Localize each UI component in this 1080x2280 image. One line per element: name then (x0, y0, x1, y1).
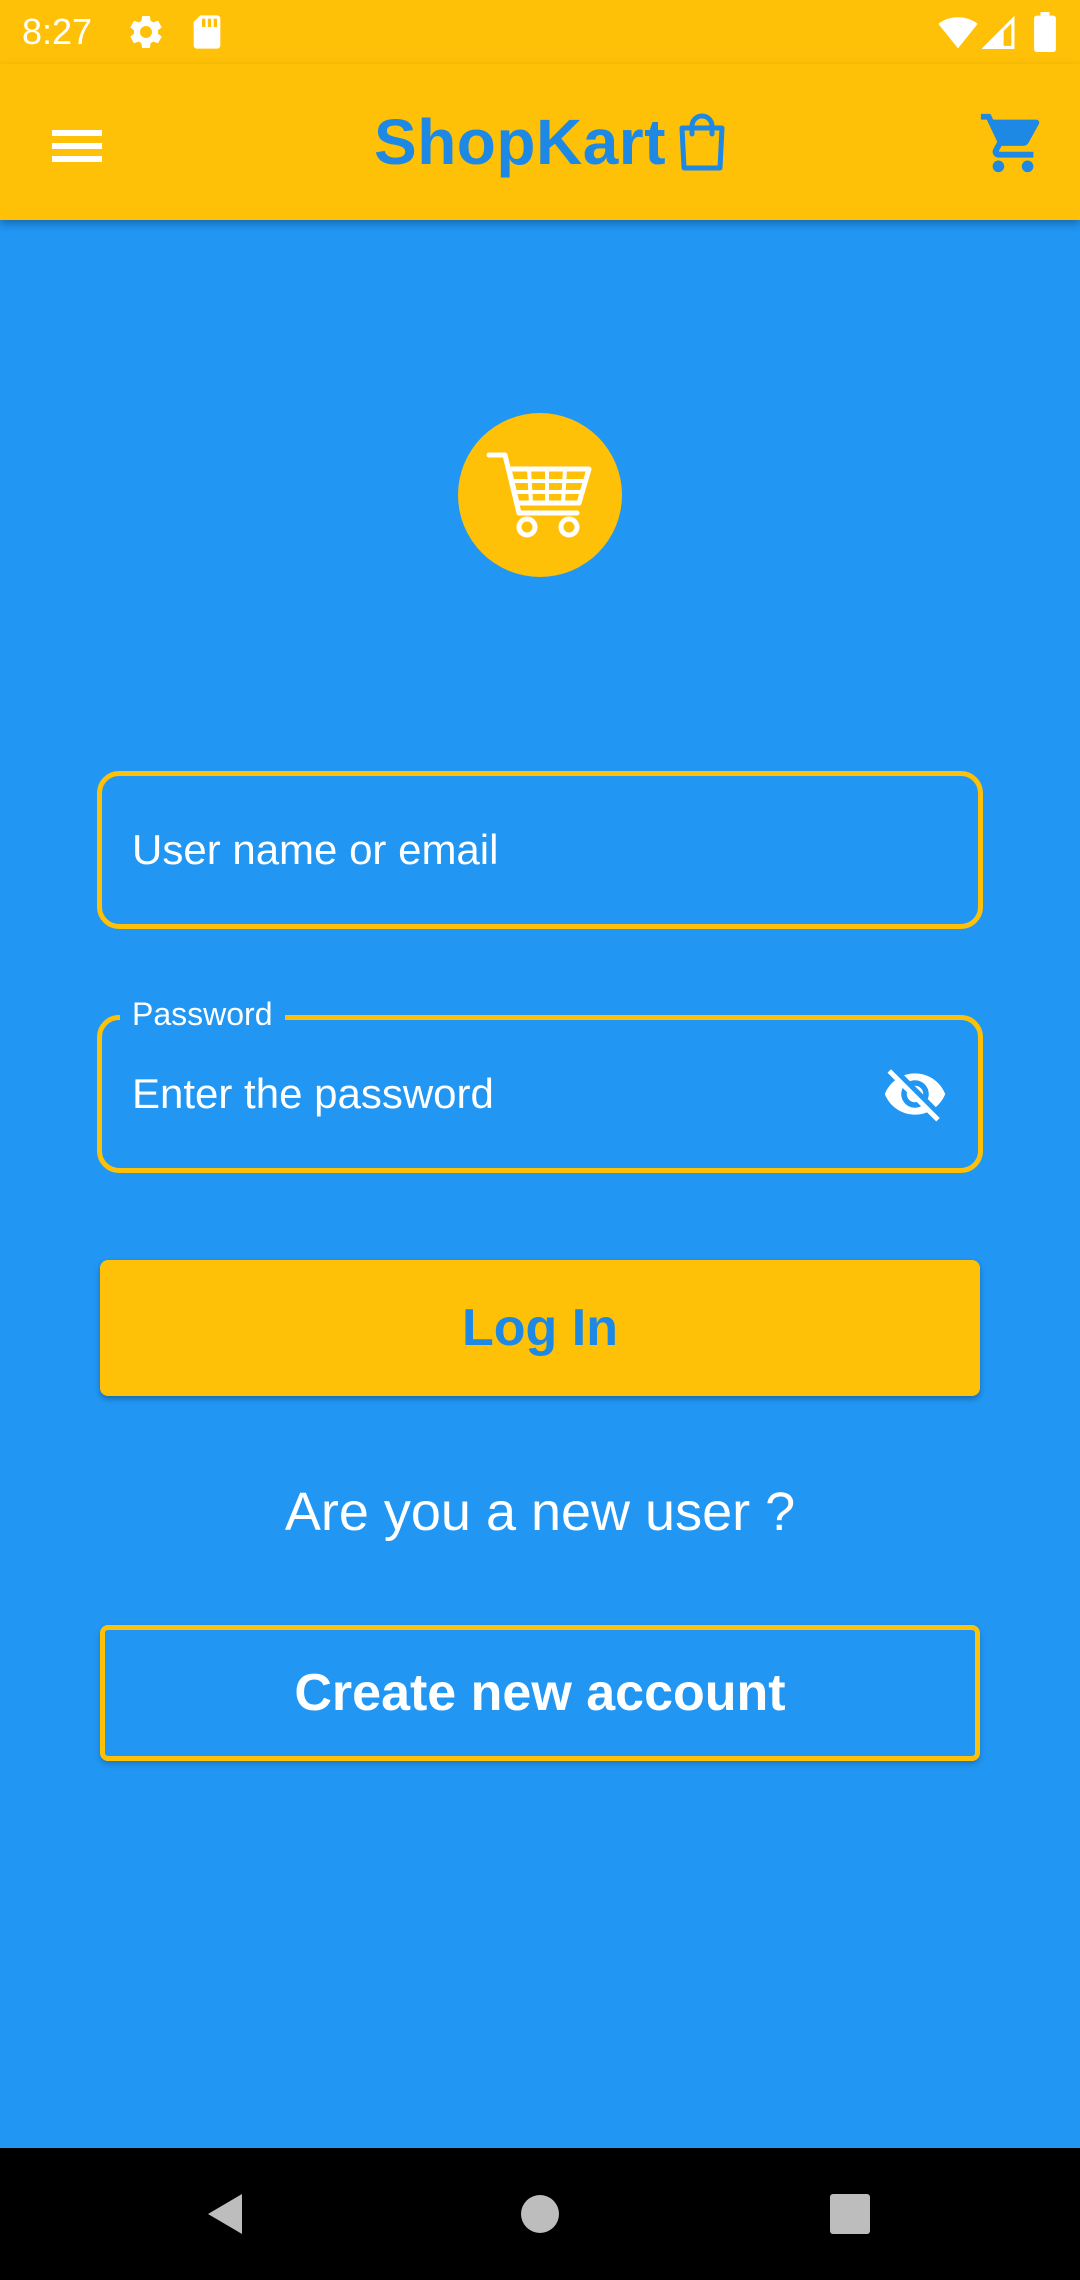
gear-icon (126, 12, 166, 57)
status-time: 8:27 (22, 11, 93, 52)
login-button-label: Log In (462, 1299, 618, 1357)
shopping-bag-icon (674, 110, 730, 174)
home-icon[interactable] (520, 2194, 560, 2239)
username-placeholder: User name or email (132, 826, 499, 873)
new-user-prompt: Are you a new user ? (284, 1482, 796, 1542)
create-account-button[interactable]: Create new account (100, 1625, 980, 1761)
password-field[interactable]: Password Enter the password (97, 992, 983, 1173)
back-icon[interactable] (204, 2190, 246, 2243)
status-bar: 8:27 (0, 0, 1080, 64)
hamburger-menu-icon (34, 130, 104, 180)
cell-signal-icon (981, 14, 1016, 55)
password-label: Password (120, 992, 285, 1036)
password-placeholder: Enter the password (132, 1070, 494, 1117)
wifi-icon (938, 14, 978, 55)
login-button[interactable]: Log In (100, 1260, 980, 1396)
recents-icon[interactable] (829, 2194, 871, 2239)
navigation-bar (0, 2148, 1080, 2280)
sd-card-icon (190, 12, 224, 57)
cart-button[interactable] (978, 108, 1048, 178)
visibility-off-icon[interactable] (882, 1061, 948, 1127)
app-title-text: ShopKart (374, 106, 666, 178)
logo-badge (458, 413, 622, 577)
app-title: ShopKart (374, 102, 730, 182)
shopping-cart-icon (485, 447, 595, 543)
battery-icon (1034, 12, 1056, 57)
username-field[interactable]: User name or email (97, 771, 983, 929)
app-bar: ShopKart (0, 64, 1080, 220)
shopping-cart-icon (978, 113, 1048, 182)
menu-button[interactable] (34, 108, 120, 176)
create-account-label: Create new account (294, 1664, 786, 1722)
